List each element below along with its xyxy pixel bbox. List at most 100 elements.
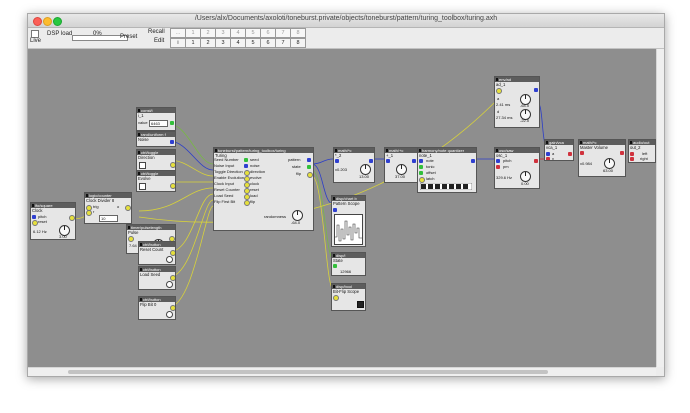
recall-button-3[interactable]: 3 xyxy=(215,28,231,38)
quantizer-outlet[interactable] xyxy=(471,159,475,163)
edit-button-init[interactable]: i xyxy=(170,38,186,48)
audio-out-object[interactable]: audio/out out_2 left right xyxy=(628,139,656,163)
divider-value-field[interactable]: 10 xyxy=(99,215,118,222)
math-mult-object[interactable]: math/*c *_2 x0.203 13.00 xyxy=(333,147,375,183)
quantizer-keyboard[interactable] xyxy=(420,183,472,190)
flip-scope-object[interactable]: disp/bool Bit-Flip Scope xyxy=(331,283,366,311)
divider-outlet[interactable] xyxy=(125,205,131,211)
vca-outlet[interactable] xyxy=(568,152,572,156)
master-volume-inlet[interactable] xyxy=(580,151,584,155)
pulse-inlet[interactable] xyxy=(128,236,134,242)
edit-button-4[interactable]: 4 xyxy=(230,38,246,48)
audio-out-header: audio/out xyxy=(629,140,655,145)
state-display-inlet[interactable] xyxy=(333,264,337,268)
flip-bit-object[interactable]: ctrl/button Flip Bit 0 xyxy=(138,296,176,320)
pattern-scope-inlet[interactable] xyxy=(333,208,337,212)
vca-object[interactable]: gain/vca vca_1 a v xyxy=(544,139,574,161)
reset-count-outlet[interactable] xyxy=(170,250,175,256)
osc-pitch-inlet[interactable] xyxy=(496,159,500,163)
noise-object[interactable]: rand/uniform f Noise xyxy=(136,131,176,147)
evolve-outlet[interactable] xyxy=(170,183,175,189)
vca-v-inlet[interactable] xyxy=(546,157,550,160)
osc-object[interactable]: osc/saw osc_1 pitch pm 329.6 Hz 0.00 xyxy=(494,147,540,189)
math-add-inlet[interactable] xyxy=(386,159,390,163)
direction-toggle[interactable] xyxy=(139,162,146,169)
evolve-object[interactable]: ctrl/toggle Evolve xyxy=(136,170,176,192)
osc-pm-inlet[interactable] xyxy=(496,165,500,169)
quantizer-offset-inlet[interactable] xyxy=(419,171,423,175)
edit-button-8[interactable]: 8 xyxy=(290,38,306,48)
math-mult-outlet[interactable] xyxy=(369,159,373,163)
turing-object[interactable]: toneburst/pattern/turing_toolbox/turing … xyxy=(213,147,314,231)
quantizer-object[interactable]: harmony/note quantizer note_1 note tonic… xyxy=(417,147,477,193)
flip-bit-outlet[interactable] xyxy=(170,305,175,311)
turing-state-outlet[interactable] xyxy=(307,165,311,169)
turing-seed-inlet[interactable] xyxy=(244,158,248,162)
divider-header: logic/counter xyxy=(85,193,131,198)
master-volume-object[interactable]: math/*c Master Volume x0.984 63.00 xyxy=(578,139,626,177)
turing-inlet-evolve-label: Enable Evolution xyxy=(214,175,245,180)
patch-canvas[interactable]: const/i i_1 value 6463 rand/uniform f No… xyxy=(28,49,656,367)
recall-button-8[interactable]: 8 xyxy=(290,28,306,38)
const-object[interactable]: const/i i_1 value 6463 xyxy=(136,107,176,131)
env-trig-inlet[interactable] xyxy=(496,88,502,94)
divider-r-inlet[interactable] xyxy=(86,210,92,216)
env-a-label: a xyxy=(497,96,500,101)
math-add-outlet[interactable] xyxy=(412,159,416,163)
edit-button-2[interactable]: 2 xyxy=(200,38,216,48)
recall-button-ellipsis[interactable]: ... xyxy=(170,28,186,38)
turing-flip-outlet[interactable] xyxy=(307,172,313,178)
recall-button-6[interactable]: 6 xyxy=(260,28,276,38)
reset-count-object[interactable]: ctrl/button Reset Count xyxy=(138,241,176,265)
clock-object[interactable]: lfo/square Clock pitch reset 6.12 Hz 3.0… xyxy=(30,202,76,240)
const-outlet[interactable] xyxy=(170,121,174,125)
horizontal-scrollbar[interactable] xyxy=(28,367,656,376)
flip-bit-button[interactable] xyxy=(166,311,173,318)
evolve-toggle[interactable] xyxy=(139,183,146,190)
live-checkbox[interactable] xyxy=(31,30,39,38)
master-volume-outlet[interactable] xyxy=(620,151,624,155)
turing-pattern-outlet[interactable] xyxy=(307,158,311,162)
clock-outlet[interactable] xyxy=(69,215,75,221)
divider-object[interactable]: logic/counter Clock Divider 8 trig r o 1… xyxy=(84,192,132,224)
math-add-object[interactable]: math/+c +_1 37.00 xyxy=(384,147,418,183)
recall-button-1[interactable]: 1 xyxy=(185,28,201,38)
vca-a-inlet[interactable] xyxy=(546,152,550,156)
turing-noise-inlet[interactable] xyxy=(244,164,248,168)
state-display-object[interactable]: disp/i State 12966 xyxy=(331,252,366,276)
audio-out-left-inlet[interactable] xyxy=(630,152,634,156)
env-outlet[interactable] xyxy=(534,88,538,92)
recall-button-2[interactable]: 2 xyxy=(200,28,216,38)
clock-pitch-inlet[interactable] xyxy=(32,215,36,219)
edit-button-6[interactable]: 6 xyxy=(260,38,276,48)
edit-button-7[interactable]: 7 xyxy=(275,38,291,48)
load-seed-outlet[interactable] xyxy=(170,275,175,281)
quantizer-tonic-inlet[interactable] xyxy=(419,165,423,169)
edit-button-5[interactable]: 5 xyxy=(245,38,261,48)
direction-object[interactable]: ctrl/toggle Direction xyxy=(136,149,176,171)
turing-reset-name: reset xyxy=(250,187,259,192)
load-seed-button[interactable] xyxy=(166,281,173,288)
edit-button-1[interactable]: 1 xyxy=(185,38,201,48)
osc-knob-value: 0.00 xyxy=(521,181,529,186)
wire-pattern-scope xyxy=(311,163,334,205)
quantizer-note-inlet[interactable] xyxy=(419,159,423,163)
osc-outlet[interactable] xyxy=(534,159,538,163)
flip-scope-inlet[interactable] xyxy=(333,295,339,301)
env-object[interactable]: env/ad ad_1 a 2.41 ms -64.0 d 27.34 ms -… xyxy=(494,76,540,128)
vertical-scrollbar[interactable] xyxy=(656,49,664,367)
horizontal-scroll-thumb[interactable] xyxy=(68,370,548,374)
audio-out-right-inlet[interactable] xyxy=(630,157,634,161)
edit-button-3[interactable]: 3 xyxy=(215,38,231,48)
math-mult-header: math/*c xyxy=(334,148,374,153)
reset-count-button[interactable] xyxy=(166,256,173,263)
math-mult-inlet[interactable] xyxy=(335,159,339,163)
load-seed-object[interactable]: ctrl/button Load Seed xyxy=(138,266,176,290)
const-value-field[interactable]: 6463 xyxy=(149,120,168,127)
recall-button-4[interactable]: 4 xyxy=(230,28,246,38)
direction-outlet[interactable] xyxy=(170,162,175,168)
recall-button-7[interactable]: 7 xyxy=(275,28,291,38)
recall-button-5[interactable]: 5 xyxy=(245,28,261,38)
noise-outlet[interactable] xyxy=(170,140,174,144)
pattern-scope-object[interactable]: disp/chart b Pattern Scope xyxy=(331,195,366,247)
